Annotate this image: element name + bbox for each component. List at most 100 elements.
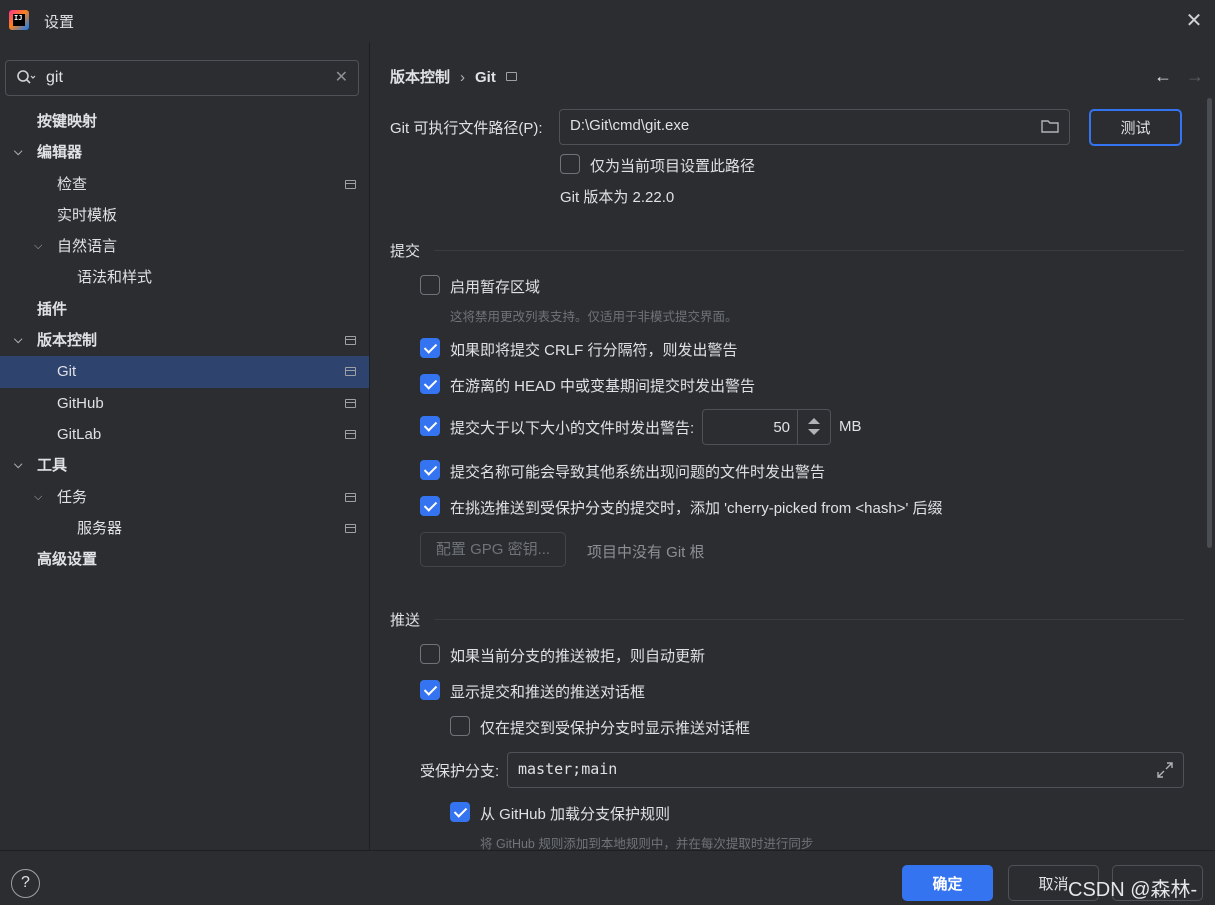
sidebar-item-label: 语法和样式: [77, 269, 153, 287]
settings-search[interactable]: ✕: [5, 60, 359, 96]
crlf-checkbox[interactable]: [420, 338, 440, 358]
sidebar-item-gitlab[interactable]: GitLab: [0, 419, 369, 450]
title-bar: IJ 设置 ✕: [0, 0, 1215, 42]
project-scope-icon: [505, 72, 517, 81]
breadcrumb-separator: ›: [460, 69, 466, 86]
sidebar-item-github[interactable]: GitHub: [0, 388, 369, 419]
git-path-input[interactable]: [570, 117, 1020, 134]
sidebar-item-tools[interactable]: ⌵ 工具: [0, 450, 369, 481]
folder-icon[interactable]: [1041, 119, 1059, 133]
cherry-pick-label: 在挑选推送到受保护分支的提交时，添加 'cherry-picked from <…: [450, 500, 943, 517]
protected-branches-input[interactable]: [518, 760, 1118, 778]
sidebar-item-label: 服务器: [77, 519, 123, 537]
spinner-up-icon[interactable]: [808, 418, 820, 424]
protected-only-label: 仅在提交到受保护分支时显示推送对话框: [480, 720, 751, 737]
sidebar-item-natural-languages[interactable]: ⌵ 自然语言: [0, 231, 369, 262]
sidebar-item-label: Git: [57, 363, 77, 381]
breadcrumb-parent[interactable]: 版本控制: [390, 69, 450, 86]
sidebar-item-label: 检查: [57, 175, 88, 193]
project-only-checkbox[interactable]: [560, 154, 580, 174]
project-scope-icon: [345, 336, 356, 346]
sidebar-item-servers[interactable]: 服务器: [0, 513, 369, 544]
section-divider: [434, 250, 1184, 251]
no-git-root-text: 项目中没有 Git 根: [587, 544, 705, 561]
section-divider: [434, 619, 1184, 620]
show-push-dialog-label: 显示提交和推送的推送对话框: [450, 684, 646, 701]
git-path-field[interactable]: [559, 109, 1070, 145]
bad-names-checkbox[interactable]: [420, 460, 440, 480]
sidebar-item-label: 版本控制: [37, 332, 98, 350]
dialog-footer: ? 确定 取消 CSDN @森林-: [0, 850, 1215, 905]
sidebar-item-version-control[interactable]: ⌵ 版本控制: [0, 325, 369, 356]
spinner-down-icon[interactable]: [808, 429, 820, 435]
intellij-idea-icon: IJ: [9, 10, 29, 30]
sidebar-item-label: 按键映射: [37, 113, 98, 130]
commit-section-title: 提交: [390, 243, 421, 260]
sidebar-item-label: 编辑器: [37, 144, 83, 162]
auto-update-label: 如果当前分支的推送被拒，则自动更新: [450, 648, 706, 665]
sidebar-item-label: 任务: [57, 488, 88, 506]
project-scope-icon: [345, 492, 356, 502]
large-file-size-value[interactable]: 50: [773, 419, 790, 436]
bad-names-label: 提交名称可能会导致其他系统出现问题的文件时发出警告: [450, 464, 826, 481]
sidebar-item-git[interactable]: Git: [0, 356, 369, 388]
git-version-text: Git 版本为 2.22.0: [560, 189, 675, 206]
sidebar-item-editor[interactable]: ⌵ 编辑器: [0, 137, 369, 168]
sidebar-item-inspections[interactable]: 检查: [0, 169, 369, 200]
detached-head-checkbox[interactable]: [420, 374, 440, 394]
auto-update-checkbox[interactable]: [420, 644, 440, 664]
sidebar-item-label: 高级设置: [37, 551, 98, 569]
github-rules-checkbox[interactable]: [450, 802, 470, 822]
search-icon[interactable]: [16, 69, 36, 87]
sidebar-item-tasks[interactable]: ⌵ 任务: [0, 482, 369, 513]
sidebar-item-keymap[interactable]: 按键映射: [0, 106, 369, 137]
git-settings-panel: 版本控制 › Git ← → Git 可执行文件路径(P): 测试 仅为当前项目设置…: [370, 42, 1215, 851]
project-scope-icon: [345, 179, 356, 189]
github-rules-label: 从 GitHub 加载分支保护规则: [480, 806, 671, 823]
protected-only-checkbox[interactable]: [450, 716, 470, 736]
chevron-down-icon[interactable]: ⌵: [14, 137, 22, 168]
help-icon[interactable]: ?: [11, 869, 40, 898]
cherry-pick-checkbox[interactable]: [420, 496, 440, 516]
large-file-checkbox[interactable]: [420, 416, 440, 436]
sidebar-item-live-templates[interactable]: 实时模板: [0, 200, 369, 231]
protected-branches-label: 受保护分支:: [420, 763, 500, 780]
chevron-down-icon[interactable]: ⌵: [34, 231, 42, 262]
chevron-down-icon[interactable]: ⌵: [34, 482, 42, 513]
large-file-size-spinner[interactable]: 50: [702, 409, 831, 445]
configure-gpg-button[interactable]: 配置 GPG 密钥...: [420, 532, 566, 567]
project-scope-icon: [345, 367, 356, 377]
sidebar-item-label: GitLab: [57, 425, 102, 443]
staging-hint: 这将禁用更改列表支持。仅适用于非模式提交界面。: [450, 310, 738, 324]
sidebar-item-plugins[interactable]: 插件: [0, 294, 369, 325]
search-input[interactable]: [46, 67, 316, 89]
protected-branches-field[interactable]: [507, 752, 1184, 788]
project-only-label: 仅为当前项目设置此路径: [590, 158, 756, 175]
scrollbar[interactable]: [1207, 98, 1212, 548]
close-icon[interactable]: ✕: [1181, 8, 1207, 34]
push-section-title: 推送: [390, 612, 421, 629]
clear-icon[interactable]: ✕: [335, 67, 348, 87]
staging-checkbox[interactable]: [420, 275, 440, 295]
chevron-down-icon[interactable]: ⌵: [14, 450, 22, 481]
test-button[interactable]: 测试: [1089, 109, 1182, 146]
sidebar-item-label: 工具: [37, 457, 68, 475]
show-push-dialog-checkbox[interactable]: [420, 680, 440, 700]
back-arrow-icon[interactable]: ←: [1154, 66, 1172, 87]
forward-arrow-icon[interactable]: →: [1186, 66, 1204, 87]
settings-sidebar: ✕ 按键映射 ⌵ 编辑器 检查 实时模板 ⌵ 自然语言 语法和样式 插件 ⌵ 版…: [0, 42, 369, 850]
sidebar-item-advanced[interactable]: 高级设置: [0, 544, 369, 575]
detached-head-label: 在游离的 HEAD 中或变基期间提交时发出警告: [450, 378, 756, 395]
project-scope-icon: [345, 429, 356, 439]
ok-button[interactable]: 确定: [902, 865, 993, 901]
sidebar-item-grammar-style[interactable]: 语法和样式: [0, 262, 369, 293]
csdn-watermark: CSDN @森林-: [1068, 879, 1198, 901]
expand-icon[interactable]: [1156, 761, 1174, 779]
sidebar-item-label: GitHub: [57, 394, 104, 412]
spinner-arrows[interactable]: [797, 410, 830, 444]
chevron-down-icon[interactable]: ⌵: [14, 325, 22, 356]
staging-label: 启用暂存区域: [450, 279, 541, 296]
breadcrumb: 版本控制 › Git: [390, 66, 517, 87]
git-path-label: Git 可执行文件路径(P):: [390, 120, 543, 137]
sidebar-item-label: 插件: [37, 300, 68, 318]
